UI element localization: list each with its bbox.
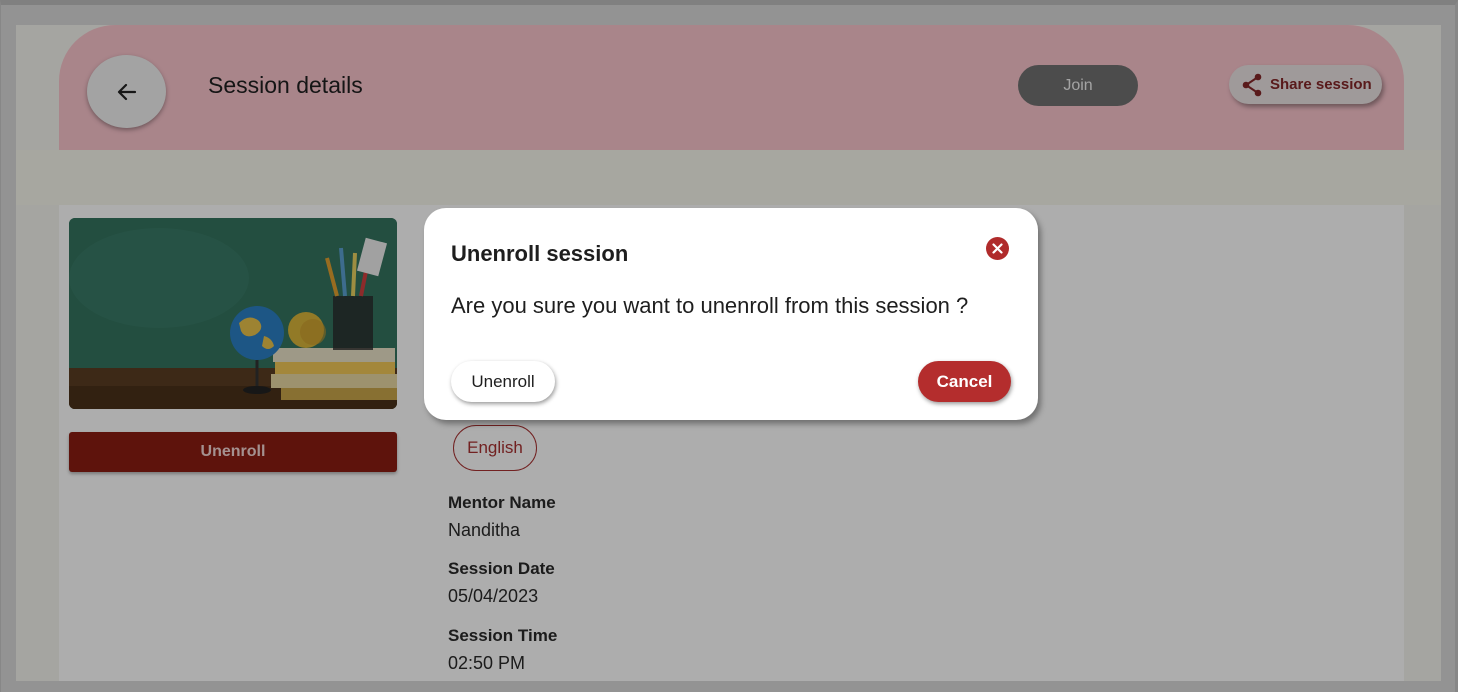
close-dialog-button[interactable] xyxy=(986,237,1009,260)
confirm-unenroll-button[interactable]: Unenroll xyxy=(451,361,555,402)
cancel-button[interactable]: Cancel xyxy=(918,361,1011,402)
dialog-message: Are you sure you want to unenroll from t… xyxy=(451,293,969,318)
dialog-title: Unenroll session xyxy=(451,241,629,266)
unenroll-dialog: Unenroll session Are you sure you want t… xyxy=(424,208,1038,420)
close-icon xyxy=(992,243,1003,254)
